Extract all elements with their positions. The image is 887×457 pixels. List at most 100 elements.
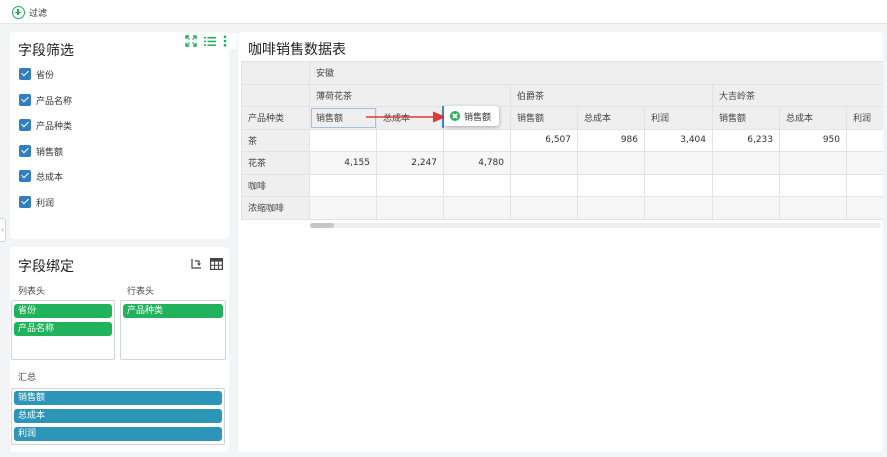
row-field-pill[interactable]: 产品种类 bbox=[123, 304, 223, 318]
summary-field-pill[interactable]: 总成本 bbox=[14, 409, 222, 423]
product-header[interactable]: 大吉岭茶 bbox=[711, 83, 883, 107]
swap-axes-icon[interactable] bbox=[190, 258, 202, 270]
value-cell[interactable] bbox=[845, 128, 883, 152]
row-label[interactable]: 浓缩咖啡 bbox=[241, 196, 310, 220]
value-cell[interactable] bbox=[845, 151, 883, 175]
main-report-area: 咖啡销售数据表 安徽 薄荷花茶 伯爵茶 大吉岭茶 产品种类 销售额 总成本 利润… bbox=[238, 32, 883, 452]
row-label[interactable]: 花茶 bbox=[241, 151, 310, 175]
value-cell[interactable] bbox=[376, 128, 444, 152]
field-checkbox[interactable]: 产品名称 bbox=[19, 93, 72, 107]
value-cell[interactable] bbox=[712, 151, 780, 175]
product-header[interactable]: 伯爵茶 bbox=[510, 83, 713, 107]
row-header-dropzone[interactable]: 产品种类 bbox=[120, 300, 226, 360]
value-cell[interactable] bbox=[376, 196, 444, 220]
province-header[interactable]: 安徽 bbox=[308, 61, 883, 85]
column-header-label: 列表头 bbox=[18, 287, 46, 297]
toolbar: 过滤 bbox=[0, 0, 887, 24]
drag-ghost[interactable]: 销售额 bbox=[444, 106, 499, 126]
value-cell[interactable] bbox=[309, 173, 377, 197]
value-cell[interactable] bbox=[644, 151, 713, 175]
column-field-pill[interactable]: 产品名称 bbox=[14, 322, 112, 336]
value-cell[interactable] bbox=[309, 128, 377, 152]
checkbox-checked-icon bbox=[19, 94, 31, 106]
collapse-sidebar-toggle[interactable]: ‹ bbox=[0, 218, 6, 242]
value-cell[interactable] bbox=[309, 196, 377, 220]
field-label: 利润 bbox=[36, 198, 55, 209]
checkbox-checked-icon bbox=[19, 196, 31, 208]
value-cell[interactable] bbox=[443, 128, 511, 152]
value-cell[interactable] bbox=[577, 173, 645, 197]
column-field-pill[interactable]: 省份 bbox=[14, 304, 112, 318]
summary-dropzone[interactable]: 销售额 总成本 利润 bbox=[11, 388, 225, 445]
add-circle-icon bbox=[12, 5, 25, 19]
field-checkbox[interactable]: 产品种类 bbox=[19, 118, 72, 132]
list-icon[interactable] bbox=[204, 36, 216, 47]
value-cell[interactable] bbox=[845, 173, 883, 197]
horizontal-scrollbar[interactable] bbox=[310, 223, 881, 228]
pivot-table: 安徽 薄荷花茶 伯爵茶 大吉岭茶 产品种类 销售额 总成本 利润 销售额 总成本… bbox=[241, 61, 883, 220]
field-label: 销售额 bbox=[36, 147, 64, 158]
more-vertical-icon[interactable] bbox=[223, 35, 227, 47]
value-cell[interactable] bbox=[779, 196, 847, 220]
filter-button[interactable]: 过滤 bbox=[12, 5, 47, 19]
value-cell[interactable] bbox=[577, 151, 645, 175]
measure-header[interactable]: 销售额 bbox=[309, 106, 377, 130]
measure-header[interactable]: 总成本 bbox=[779, 106, 847, 130]
summary-label: 汇总 bbox=[18, 373, 37, 383]
value-cell[interactable]: 4,155 bbox=[309, 151, 377, 175]
value-cell[interactable]: 2,247 bbox=[376, 151, 444, 175]
value-cell[interactable] bbox=[712, 173, 780, 197]
expand-icon[interactable] bbox=[185, 35, 197, 47]
value-cell[interactable] bbox=[644, 196, 713, 220]
field-label: 总成本 bbox=[36, 172, 64, 183]
measure-header[interactable]: 销售额 bbox=[712, 106, 780, 130]
value-cell[interactable] bbox=[510, 196, 578, 220]
value-cell[interactable] bbox=[443, 196, 511, 220]
value-cell[interactable]: 6,233 bbox=[712, 128, 780, 152]
corner-cell bbox=[241, 83, 310, 107]
measure-header[interactable]: 总成本 bbox=[376, 106, 444, 130]
table-icon[interactable] bbox=[210, 258, 223, 270]
field-checkbox[interactable]: 销售额 bbox=[19, 144, 63, 158]
checkbox-checked-icon bbox=[19, 119, 31, 131]
measure-header[interactable]: 总成本 bbox=[577, 106, 645, 130]
value-cell[interactable]: 950 bbox=[779, 128, 847, 152]
value-cell[interactable] bbox=[510, 151, 578, 175]
value-cell[interactable] bbox=[845, 196, 883, 220]
value-cell[interactable] bbox=[510, 173, 578, 197]
binding-tools bbox=[190, 258, 223, 270]
column-header-dropzone[interactable]: 省份 产品名称 bbox=[11, 300, 115, 360]
checkbox-checked-icon bbox=[19, 68, 31, 80]
value-cell[interactable] bbox=[376, 173, 444, 197]
value-cell[interactable] bbox=[443, 173, 511, 197]
field-checkbox[interactable]: 总成本 bbox=[19, 169, 63, 183]
summary-field-pill[interactable]: 销售额 bbox=[14, 391, 222, 405]
field-filter-title: 字段筛选 bbox=[18, 43, 74, 59]
checkbox-checked-icon bbox=[19, 145, 31, 157]
filter-label: 过滤 bbox=[29, 8, 48, 19]
value-cell[interactable]: 4,780 bbox=[443, 151, 511, 175]
value-cell[interactable] bbox=[644, 173, 713, 197]
field-label: 产品名称 bbox=[36, 96, 73, 107]
value-cell[interactable] bbox=[779, 173, 847, 197]
value-cell[interactable]: 986 bbox=[577, 128, 645, 152]
row-label[interactable]: 咖啡 bbox=[241, 173, 310, 197]
measure-header[interactable]: 利润 bbox=[644, 106, 713, 130]
field-checkbox[interactable]: 省份 bbox=[19, 67, 54, 81]
measure-header[interactable]: 销售额 bbox=[510, 106, 578, 130]
row-label[interactable]: 茶 bbox=[241, 128, 310, 152]
field-label: 省份 bbox=[36, 70, 55, 81]
product-header[interactable]: 薄荷花茶 bbox=[309, 83, 511, 107]
value-cell[interactable] bbox=[779, 151, 847, 175]
value-cell[interactable]: 6,507 bbox=[510, 128, 578, 152]
value-cell[interactable] bbox=[577, 196, 645, 220]
panel-tools bbox=[181, 33, 237, 49]
row-header-label: 行表头 bbox=[127, 287, 155, 297]
value-cell[interactable] bbox=[712, 196, 780, 220]
field-checkbox[interactable]: 利润 bbox=[19, 195, 54, 209]
value-cell[interactable]: 3,404 bbox=[644, 128, 713, 152]
summary-field-pill[interactable]: 利润 bbox=[14, 427, 222, 441]
measure-header[interactable]: 利润 bbox=[845, 106, 883, 130]
scroll-thumb[interactable] bbox=[310, 223, 334, 228]
row-dimension-header[interactable]: 产品种类 bbox=[241, 106, 310, 130]
